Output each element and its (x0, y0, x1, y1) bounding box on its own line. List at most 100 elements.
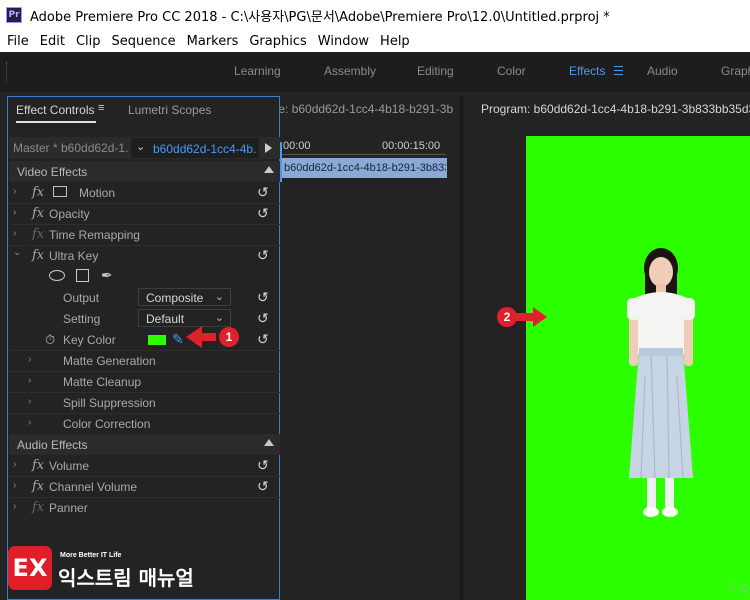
collapse-icon[interactable]: ⌄ (13, 247, 21, 258)
menu-edit[interactable]: Edit (40, 34, 65, 49)
premiere-app-icon: Pr (6, 7, 22, 23)
expand-icon[interactable]: › (28, 417, 31, 428)
expand-icon[interactable]: › (13, 186, 16, 197)
watermark-corner-text: \/ igd (728, 580, 750, 595)
menu-markers[interactable]: Markers (187, 34, 239, 49)
expand-icon[interactable]: › (13, 480, 16, 491)
expand-icon[interactable]: › (28, 396, 31, 407)
expand-icon[interactable]: › (28, 375, 31, 386)
fx-icon: fx (32, 227, 45, 242)
effect-row-panner[interactable]: › fx Panner (9, 497, 280, 518)
fx-icon[interactable]: fx (32, 185, 44, 200)
clip-name: b60dd62d-1cc4-4b... (153, 142, 256, 156)
volume-label: Volume (49, 459, 90, 473)
clip-selector[interactable]: ⌄ b60dd62d-1cc4-4b... (131, 138, 259, 158)
menu-window[interactable]: Window (318, 34, 369, 49)
rectangle-mask-icon[interactable] (76, 269, 89, 282)
reset-icon[interactable]: ↺ (257, 478, 269, 495)
key-color-swatch[interactable] (148, 335, 166, 345)
window-title: Adobe Premiere Pro CC 2018 - C:\사용자\PG\문… (30, 9, 610, 25)
eyedropper-icon[interactable]: ✎ (172, 331, 184, 348)
play-icon[interactable] (265, 143, 272, 153)
effect-row-opacity[interactable]: › fx Opacity ↺ (9, 203, 280, 224)
effect-row-volume[interactable]: › fx Volume ↺ (9, 455, 280, 476)
workspace-tab-color[interactable]: Color (497, 64, 526, 78)
title-bar: Pr Adobe Premiere Pro CC 2018 - C:\사용자\P… (0, 0, 750, 30)
setting-dropdown[interactable]: Default ⌄ (138, 309, 231, 327)
expand-icon[interactable]: › (13, 228, 16, 239)
person-figure (627, 248, 695, 517)
reset-icon[interactable]: ↺ (257, 310, 269, 327)
expand-icon[interactable]: › (13, 459, 16, 470)
color-correction-row[interactable]: › Color Correction (9, 413, 280, 434)
spill-suppression-row[interactable]: › Spill Suppression (9, 392, 280, 413)
ultra-key-label: Ultra Key (49, 249, 99, 263)
fx-icon[interactable]: fx (32, 479, 44, 494)
effect-controls-panel: Effect Controls ≡ Lumetri Scopes Master … (7, 96, 280, 600)
workspace-tab-effects[interactable]: Effects (569, 64, 605, 78)
panner-label: Panner (49, 501, 88, 515)
expand-icon[interactable]: › (28, 354, 31, 365)
fx-icon[interactable]: fx (32, 206, 44, 221)
grip-handle[interactable] (6, 62, 9, 82)
effect-row-ultra-key[interactable]: ⌄ fx Ultra Key ↺ (9, 245, 280, 266)
reset-icon[interactable]: ↺ (257, 184, 269, 201)
tab-effect-controls[interactable]: Effect Controls (16, 103, 94, 117)
workspace-tab-graphics[interactable]: Graph (721, 64, 750, 78)
workspace-tab-editing[interactable]: Editing (417, 64, 454, 78)
timeline-clip[interactable]: b60dd62d-1cc4-4b18-b291-3b833b (280, 158, 447, 178)
collapse-icon[interactable] (264, 166, 274, 173)
fx-icon[interactable]: fx (32, 248, 44, 263)
stopwatch-icon[interactable]: ⏱ (45, 332, 55, 348)
program-monitor-title[interactable]: Program: b60dd62d-1cc4-4b18-b291-3b833bb… (481, 102, 750, 116)
setting-row: Setting Default ⌄ ↺ (9, 308, 280, 329)
audio-effects-label: Audio Effects (17, 438, 88, 452)
effect-row-motion[interactable]: › fx Motion ↺ (9, 182, 280, 203)
workspace-menu-icon[interactable] (614, 66, 623, 75)
reset-icon[interactable]: ↺ (257, 247, 269, 264)
channel-volume-label: Channel Volume (49, 480, 138, 494)
menu-sequence[interactable]: Sequence (112, 34, 176, 49)
motion-label: Motion (79, 186, 116, 200)
matte-cleanup-row[interactable]: › Matte Cleanup (9, 371, 280, 392)
matte-generation-row[interactable]: › Matte Generation (9, 350, 280, 371)
annotation-arrow-1-shaft (200, 333, 216, 341)
program-monitor-panel: Program: b60dd62d-1cc4-4b18-b291-3b833bb… (470, 96, 750, 600)
fx-icon[interactable]: fx (32, 458, 44, 473)
menu-file[interactable]: File (7, 34, 29, 49)
menu-clip[interactable]: Clip (76, 34, 101, 49)
watermark-logo: EX (8, 546, 52, 590)
program-video-frame[interactable] (526, 136, 750, 600)
panel-divider[interactable] (460, 96, 463, 600)
reset-icon[interactable]: ↺ (257, 331, 269, 348)
annotation-badge-2: 2 (497, 307, 517, 327)
workspace-tab-learning[interactable]: Learning (234, 64, 281, 78)
menu-graphics[interactable]: Graphics (249, 34, 306, 49)
playhead[interactable] (280, 142, 282, 182)
spill-suppression-label: Spill Suppression (63, 396, 156, 410)
collapse-icon[interactable] (264, 439, 274, 446)
reset-icon[interactable]: ↺ (257, 289, 269, 306)
color-correction-label: Color Correction (63, 417, 151, 431)
ellipse-mask-icon[interactable] (49, 270, 65, 281)
menu-bar: File Edit Clip Sequence Markers Graphics… (0, 30, 750, 52)
reset-icon[interactable]: ↺ (257, 205, 269, 222)
expand-icon[interactable]: › (13, 207, 16, 218)
matte-generation-label: Matte Generation (63, 354, 156, 368)
tab-lumetri-scopes[interactable]: Lumetri Scopes (128, 103, 211, 117)
expand-icon[interactable]: › (13, 501, 16, 512)
workspace-tab-assembly[interactable]: Assembly (324, 64, 376, 78)
key-color-label: Key Color (63, 333, 116, 347)
panel-menu-icon[interactable]: ≡ (98, 102, 104, 114)
timecode-start: 00:00 (283, 140, 311, 152)
annotation-arrow-2-shaft (515, 313, 535, 321)
effect-row-channel-volume[interactable]: › fx Channel Volume ↺ (9, 476, 280, 497)
effect-row-time-remapping[interactable]: › fx Time Remapping (9, 224, 280, 245)
motion-transform-icon[interactable] (53, 186, 67, 197)
reset-icon[interactable]: ↺ (257, 457, 269, 474)
menu-help[interactable]: Help (380, 34, 410, 49)
pen-mask-icon[interactable]: ✒ (101, 267, 113, 284)
workspace-tab-audio[interactable]: Audio (647, 64, 678, 78)
annotation-arrow-2 (533, 307, 547, 327)
output-dropdown[interactable]: Composite ⌄ (138, 288, 231, 306)
